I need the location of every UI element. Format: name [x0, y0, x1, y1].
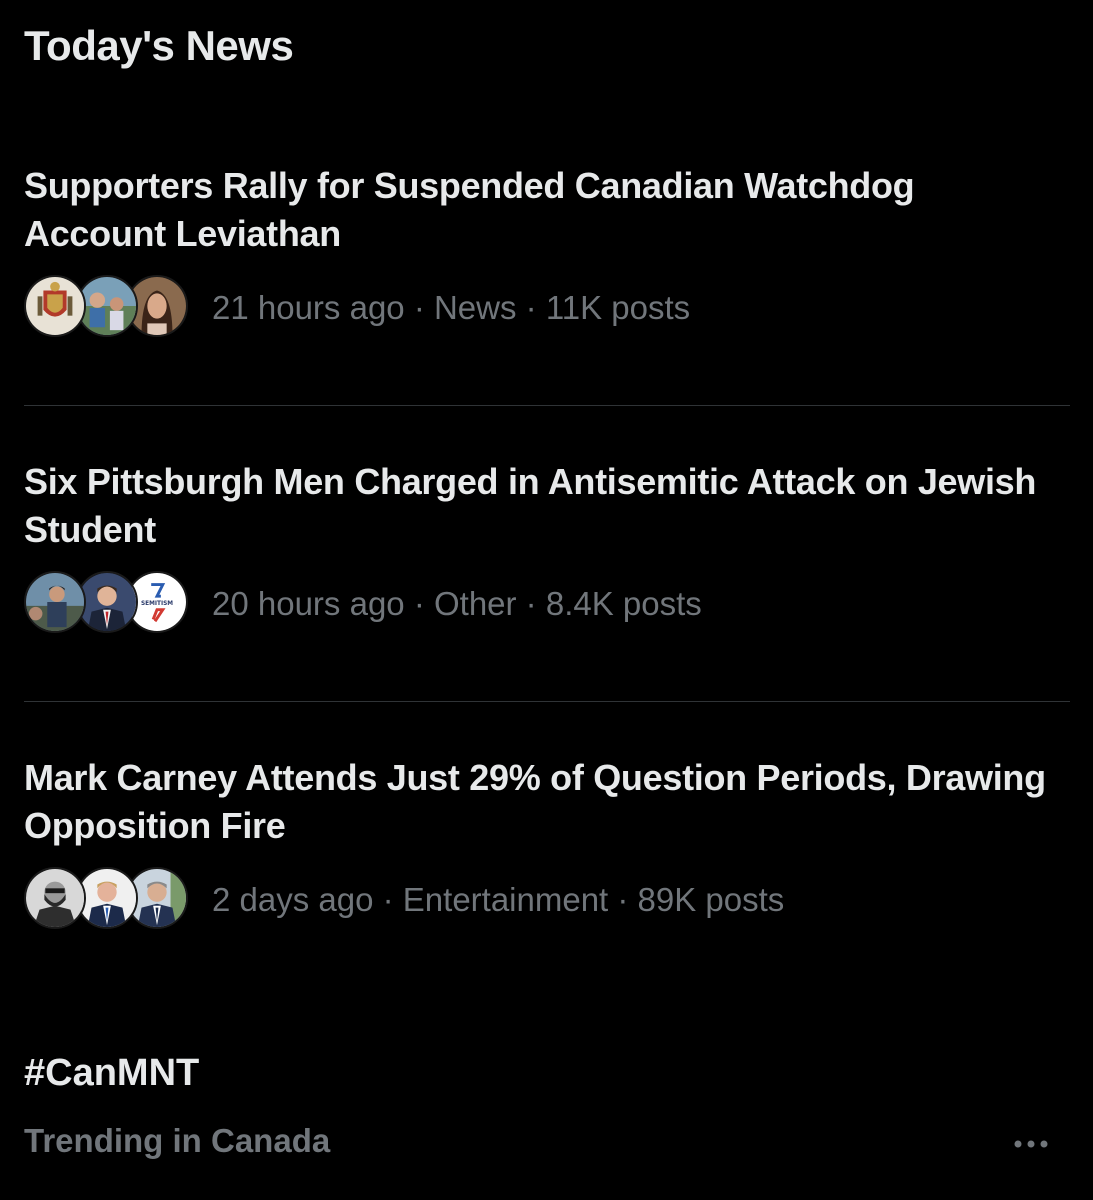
news-headline: Mark Carney Attends Just 29% of Question… [24, 757, 1046, 846]
trend-context: Trending in Canada [24, 1122, 331, 1159]
news-meta-text: 21 hours ago · News · 11K posts [212, 289, 691, 326]
news-meta: 2 days ago · Entertainment · 89K posts [24, 865, 784, 935]
avatar-group: SEMITISM [24, 569, 190, 639]
more-button[interactable] [1009, 1124, 1053, 1164]
trend-hashtag: #CanMNT [24, 1052, 200, 1094]
more-horizontal-icon [1014, 1140, 1048, 1148]
trend-item[interactable]: #CanMNT Trending in Canada [0, 1052, 1093, 1172]
avatar-group [24, 273, 190, 343]
news-meta-text: 2 days ago · Entertainment · 89K posts [212, 881, 785, 918]
avatar-group [24, 865, 190, 935]
logo-text: SEMITISM [141, 601, 173, 607]
news-meta: SEMITISM 20 hours ago · Other · 8.4K pos… [24, 569, 702, 639]
outdoor-man-avatar [24, 571, 86, 633]
news-item[interactable]: Six Pittsburgh Men Charged in Antisemiti… [0, 458, 1093, 738]
news-meta-text: 20 hours ago · Other · 8.4K posts [212, 585, 702, 622]
news-meta: 21 hours ago · News · 11K posts [24, 273, 690, 343]
news-item[interactable]: Mark Carney Attends Just 29% of Question… [0, 754, 1093, 1034]
divider [24, 405, 1070, 406]
crest-avatar [24, 275, 86, 337]
news-headline: Six Pittsburgh Men Charged in Antisemiti… [24, 461, 1037, 550]
news-item[interactable]: Supporters Rally for Suspended Canadian … [0, 162, 1093, 442]
divider [24, 701, 1070, 702]
news-headline: Supporters Rally for Suspended Canadian … [24, 165, 915, 254]
page-title: Today's News [24, 22, 294, 69]
bearded-man-avatar [24, 867, 86, 929]
